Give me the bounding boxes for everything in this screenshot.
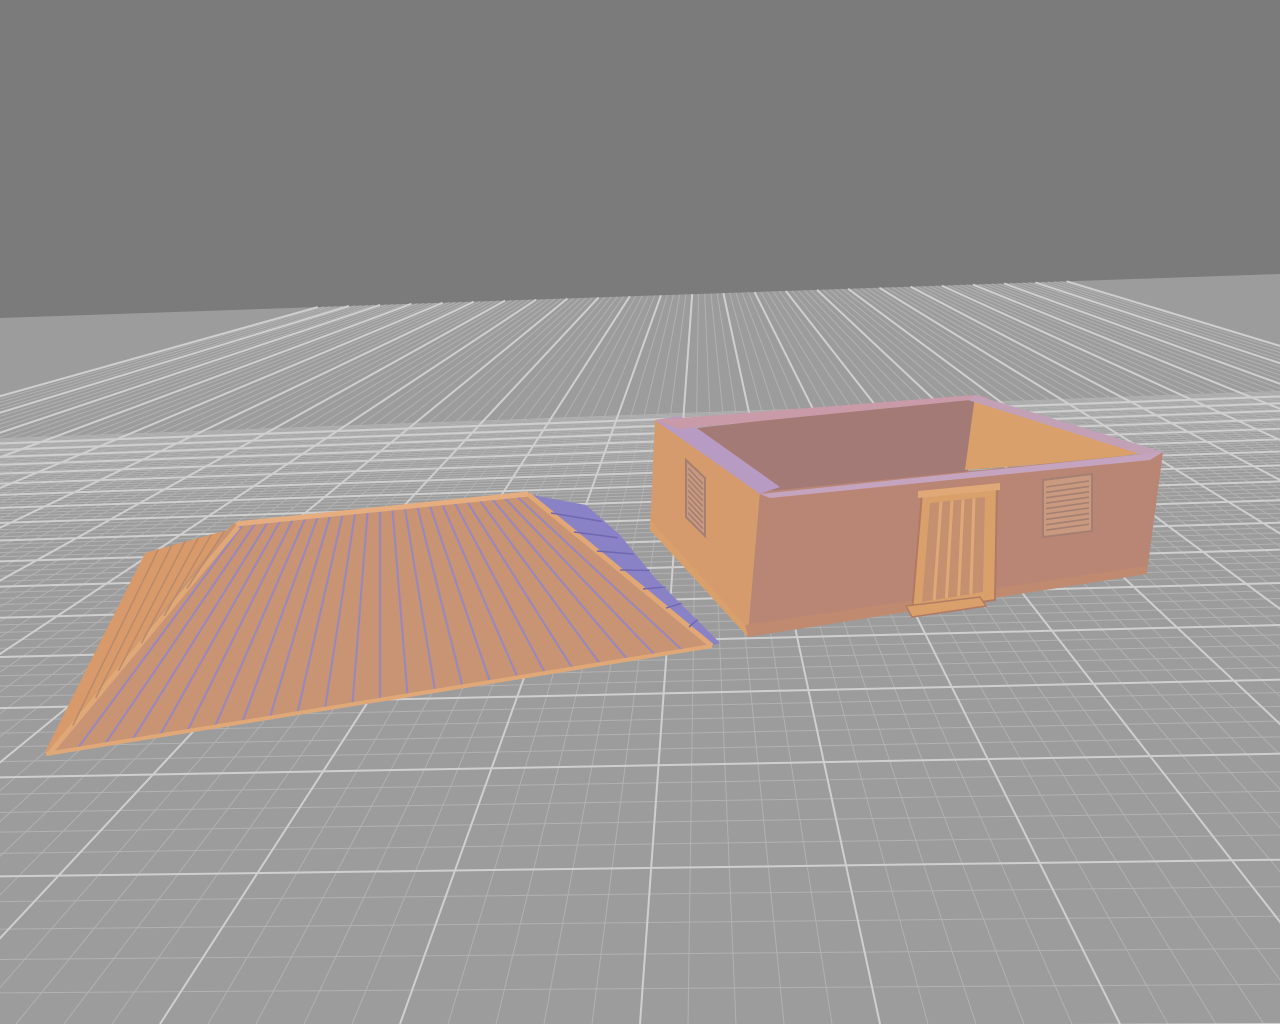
3d-viewport[interactable]	[0, 0, 1280, 1024]
roof-right-seam	[619, 569, 650, 572]
louver-window-right	[1042, 472, 1093, 539]
viewport-scene[interactable]	[0, 0, 1280, 1024]
door-panel	[922, 497, 985, 602]
